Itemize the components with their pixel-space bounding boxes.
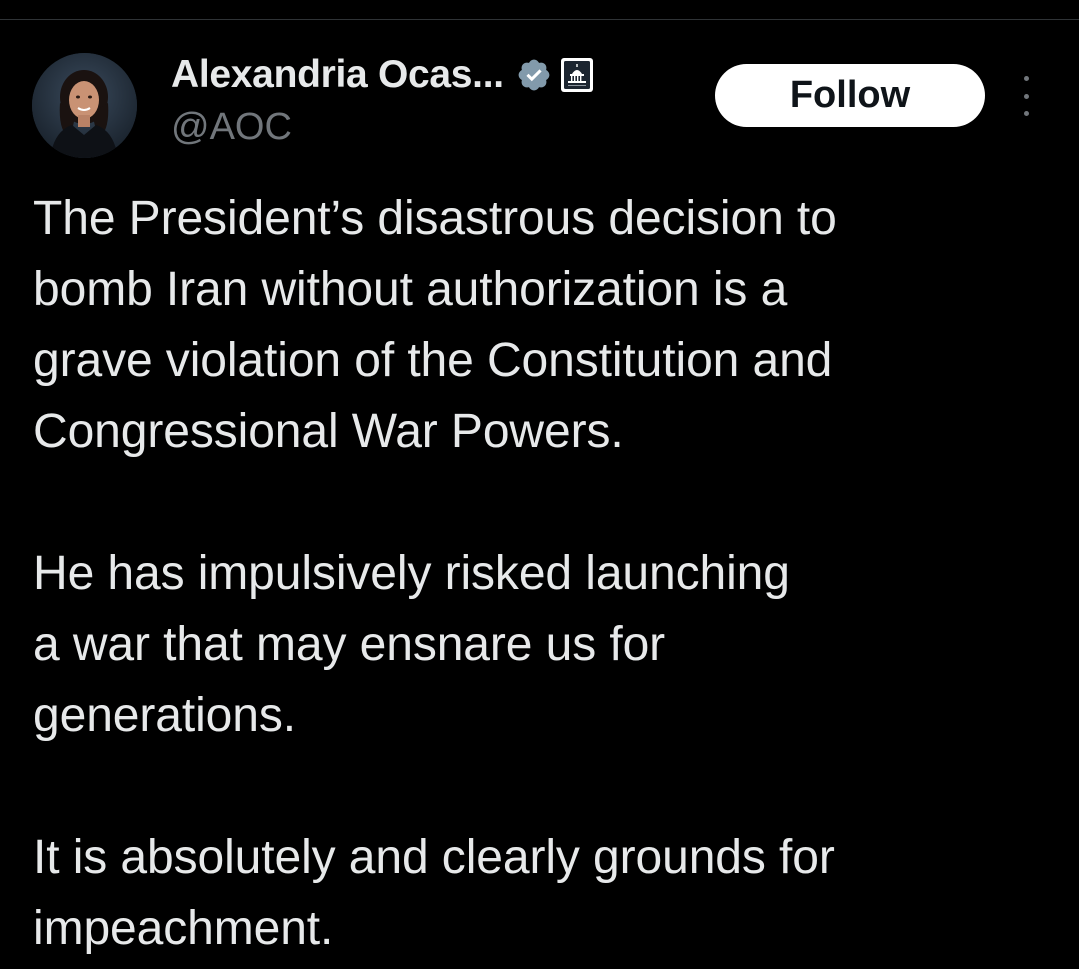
more-dot <box>1023 76 1029 81</box>
tweet-text: The President’s disastrous decision to b… <box>33 183 1063 964</box>
author-name-row: Alexandria Ocas... <box>171 52 594 98</box>
author-handle[interactable]: @AOC <box>171 106 292 149</box>
author-display-name[interactable]: Alexandria Ocas... <box>171 53 504 97</box>
more-options-icon[interactable] <box>1009 76 1043 116</box>
more-dot <box>1023 93 1029 99</box>
avatar[interactable] <box>32 53 137 158</box>
tweet-paragraph: It is absolutely and clearly grounds for… <box>33 831 835 955</box>
more-dot <box>1023 111 1029 116</box>
avatar-image <box>32 53 137 158</box>
follow-button[interactable]: Follow <box>715 64 985 127</box>
tweet-paragraph: He has impulsively risked launching a wa… <box>33 547 790 742</box>
verified-badge-icon[interactable] <box>516 57 552 93</box>
tweet-paragraph: The President’s disastrous decision to b… <box>33 192 837 458</box>
government-capitol-badge-icon[interactable] <box>560 57 594 93</box>
tweet: Alexandria Ocas... @AOC Follow The Presi… <box>0 20 1079 969</box>
